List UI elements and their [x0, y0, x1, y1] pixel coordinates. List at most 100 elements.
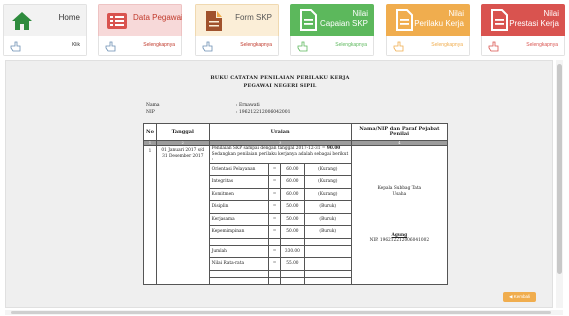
item-label: Orientasi Pelayanan	[208, 162, 270, 176]
card-data-pegawai-footer[interactable]: Selengkapnya	[98, 36, 182, 56]
card-home-footer[interactable]: Klik	[3, 36, 87, 56]
card-home-title: Home	[58, 13, 80, 22]
item-grade: (Kurang)	[303, 162, 352, 176]
card-nilai-prestasi-kerja-link[interactable]: Selengkapnya	[526, 42, 558, 48]
card-nilai-capaian-skp-link[interactable]: Selengkapnya	[335, 42, 367, 48]
pejabat-title: Kepala Subbag Tata Usaha	[377, 186, 422, 197]
card-home-link[interactable]: Klik	[72, 42, 80, 48]
nip-label: NIP	[146, 110, 155, 115]
pointing-hand-icon	[202, 41, 213, 52]
skp-value: 90.00	[326, 146, 341, 151]
card-title-line2: Prestasi Kerja	[509, 19, 559, 28]
item-eq: =	[268, 162, 281, 176]
item-eq: =	[268, 225, 281, 239]
card-nilai-capaian-skp-header[interactable]: Nilai Capaian SKP	[290, 4, 374, 36]
report-icon	[300, 9, 317, 31]
card-nilai-capaian-skp[interactable]: Nilai Capaian SKP Selengkapnya	[290, 4, 374, 56]
vertical-scrollbar[interactable]	[556, 60, 563, 308]
nama-value: : Ernawati	[236, 103, 260, 108]
card-nilai-prestasi-kerja-title: Nilai Prestasi Kerja	[509, 9, 559, 29]
horizontal-scrollbar-thumb[interactable]	[11, 311, 551, 314]
card-form-skp-header[interactable]: Form SKP	[195, 4, 279, 36]
report-icon	[491, 9, 508, 31]
table-header-row: No Tanggal Uraian Nama/NIP dan Paraf Pej…	[143, 123, 449, 141]
card-nilai-perilaku-kerja-link[interactable]: Selengkapnya	[431, 42, 463, 48]
card-home[interactable]: Home Klik	[3, 4, 87, 56]
card-nilai-capaian-skp-footer[interactable]: Selengkapnya	[290, 36, 374, 56]
pointing-hand-icon	[297, 41, 308, 52]
item-eq: =	[268, 212, 281, 226]
card-nilai-perilaku-kerja[interactable]: Nilai Perilaku Kerja Selengkapnya	[386, 4, 470, 56]
jumlah-label: Jumlah	[208, 244, 270, 258]
item-label: Disiplin	[208, 200, 270, 214]
card-nilai-capaian-skp-title: Nilai Capaian SKP	[320, 9, 368, 29]
item-label: Kerjasama	[208, 212, 270, 226]
empty-cell	[208, 276, 270, 285]
item-label: Komitmen	[208, 187, 270, 201]
vertical-scrollbar-thumb[interactable]	[557, 64, 562, 274]
back-icon: ◀	[509, 294, 513, 299]
card-nilai-prestasi-kerja-header[interactable]: Nilai Prestasi Kerja	[481, 4, 565, 36]
header-tanggal: Tanggal	[155, 123, 210, 141]
item-grade: (Buruk)	[303, 212, 352, 226]
card-home-header[interactable]: Home	[3, 4, 87, 36]
empty-cell	[279, 237, 305, 246]
item-eq: =	[268, 200, 281, 214]
pointing-hand-icon	[488, 41, 499, 52]
item-value: 60.00	[279, 175, 305, 189]
item-value: 60.00	[279, 187, 305, 201]
kembali-button[interactable]: ◀ Kembali	[503, 292, 536, 302]
nip-value: : 196212212006042001	[236, 110, 291, 115]
empty-cell	[208, 237, 270, 246]
nama-row: Nama : Ernawati	[146, 103, 260, 109]
card-data-pegawai-header[interactable]: Data Pegawai	[98, 4, 182, 36]
nip-row: NIP : 196212212006042001	[146, 110, 290, 116]
card-form-skp-footer[interactable]: Selengkapnya	[195, 36, 279, 56]
nama-label: Nama	[146, 103, 160, 108]
empty-cell	[268, 237, 281, 246]
card-nilai-prestasi-kerja[interactable]: Nilai Prestasi Kerja Selengkapnya	[481, 4, 565, 56]
item-eq: =	[268, 175, 281, 189]
card-data-pegawai-link[interactable]: Selengkapnya	[143, 42, 175, 48]
jumlah-eq: =	[268, 244, 281, 258]
report-icon	[396, 9, 413, 31]
kembali-label: Kembali	[513, 294, 530, 299]
card-nilai-prestasi-kerja-footer[interactable]: Selengkapnya	[481, 36, 565, 56]
table-row: 1 01 Januari 2017 s/d 31 Desember 2017 P…	[143, 145, 449, 285]
item-grade: (Buruk)	[303, 200, 352, 214]
rata-label: Nilai Rata-rata	[208, 257, 270, 271]
card-form-skp-link[interactable]: Selengkapnya	[240, 42, 272, 48]
card-title-line1: Nilai	[448, 9, 464, 18]
item-value: 50.00	[279, 225, 305, 239]
pointing-hand-icon	[393, 41, 404, 52]
card-nilai-perilaku-kerja-header[interactable]: Nilai Perilaku Kerja	[386, 4, 470, 36]
card-data-pegawai[interactable]: Data Pegawai Selengkapnya	[98, 4, 182, 56]
card-title-line2: Perilaku Kerja	[414, 19, 464, 28]
row-tanggal: 01 Januari 2017 s/d 31 Desember 2017	[155, 145, 210, 285]
item-grade: (Kurang)	[303, 187, 352, 201]
card-nilai-perilaku-kerja-footer[interactable]: Selengkapnya	[386, 36, 470, 56]
card-form-skp[interactable]: Form SKP Selengkapnya	[195, 4, 279, 56]
pointing-hand-icon	[105, 41, 116, 52]
item-label: Integritas	[208, 175, 270, 189]
description-prefix: Penilaian SKP sampai dengan tanggal 2017…	[211, 146, 327, 151]
jumlah-value: 330.00	[279, 244, 305, 258]
pointing-hand-icon	[10, 41, 21, 52]
horizontal-scrollbar[interactable]	[5, 310, 563, 315]
rata-value: 55.00	[279, 257, 305, 271]
evaluation-table: No Tanggal Uraian Nama/NIP dan Paraf Pej…	[143, 123, 449, 285]
empty-cell	[279, 276, 305, 285]
header-pejabat: Nama/NIP dan Paraf Pejabat Penilai	[350, 123, 449, 141]
empty-cell	[303, 244, 352, 258]
item-value: 50.00	[279, 200, 305, 214]
dashboard-cards: Home Klik Data Pegawai Selengkapnya Form…	[3, 4, 565, 56]
row-description: Penilaian SKP sampai dengan tanggal 2017…	[208, 145, 352, 164]
item-eq: =	[268, 187, 281, 201]
empty-cell	[279, 269, 305, 278]
home-icon	[12, 12, 32, 30]
pejabat-cell: Kepala Subbag Tata Usaha Agung NIP. 1962…	[350, 145, 449, 285]
empty-cell	[303, 269, 352, 278]
card-data-pegawai-title: Data Pegawai	[133, 13, 182, 22]
card-title-line2: Capaian SKP	[319, 19, 368, 28]
empty-cell	[268, 276, 281, 285]
